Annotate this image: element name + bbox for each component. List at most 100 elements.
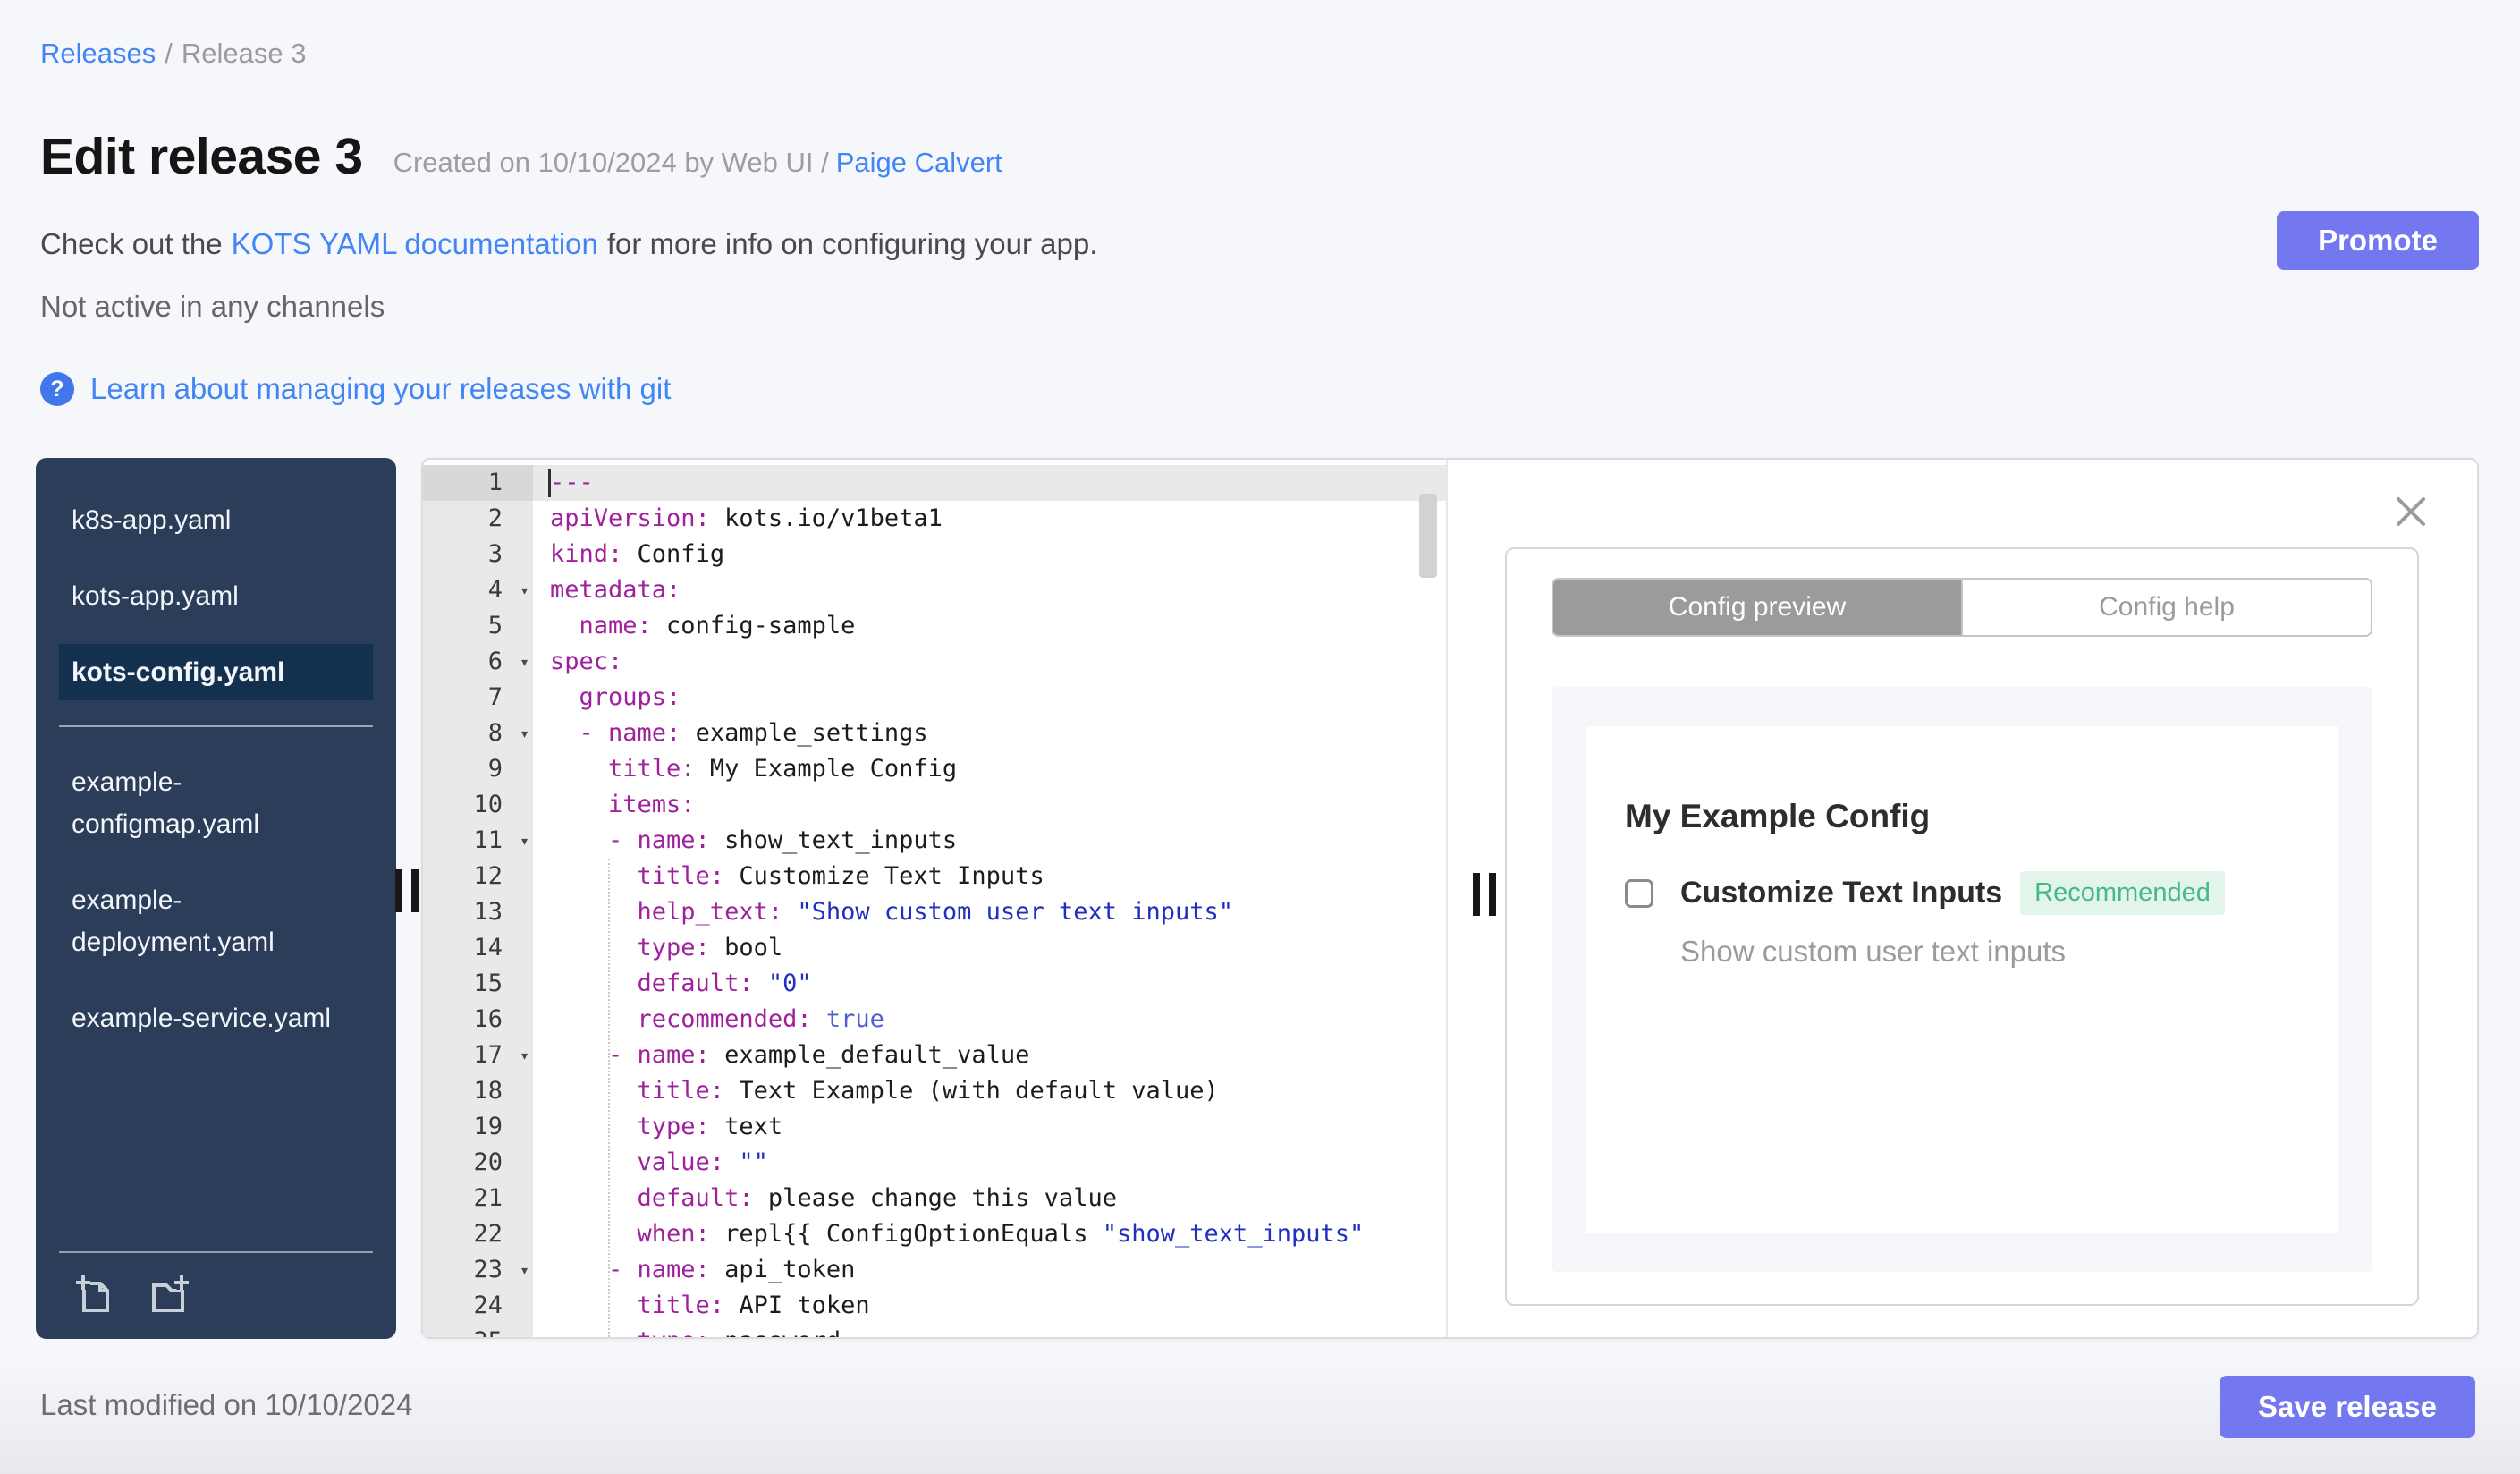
code-line-9[interactable]: 9 title: My Example Config [423, 751, 1446, 787]
code-line-content: groups: [579, 683, 681, 711]
code-line-20[interactable]: 20 value: "" [423, 1145, 1446, 1181]
sidebar-file-example-service.yaml[interactable]: example-service.yaml [59, 990, 373, 1046]
close-icon[interactable] [2391, 492, 2431, 531]
code-line-10[interactable]: 10 items: [423, 787, 1446, 823]
code-line-content: value: "" [550, 1148, 768, 1176]
code-line-19[interactable]: 19 type: text [423, 1109, 1446, 1145]
sidebar-file-kots-config.yaml[interactable]: kots-config.yaml [59, 644, 373, 700]
gutter-line-number: 8 ▾ [423, 716, 533, 751]
code-line-content: name: config-sample [579, 612, 856, 640]
text-cursor [548, 469, 551, 497]
yaml-code-editor[interactable]: 1 --- 2 apiVersion: kots.io/v1beta1 3 kind: C… [423, 460, 1448, 1337]
kots-yaml-doc-link[interactable]: KOTS YAML documentation [232, 227, 598, 260]
editor-resize-handle[interactable] [1473, 873, 1496, 916]
code-line-22[interactable]: 22 when: repl{{ ConfigOptionEquals "show… [423, 1216, 1446, 1252]
code-line-4[interactable]: 4 ▾ metadata: [423, 572, 1446, 608]
code-line-1[interactable]: 1 --- [423, 465, 1446, 501]
fold-arrow-icon[interactable]: ▾ [520, 716, 529, 752]
gutter-line-number: 23 ▾ [423, 1252, 533, 1288]
code-line-content: --- [533, 465, 1446, 501]
new-folder-icon[interactable] [145, 1271, 191, 1317]
sidebar-file-kots-app.yaml[interactable]: kots-app.yaml [59, 568, 373, 624]
sidebar-file-example-configmap.yaml[interactable]: example-configmap.yaml [59, 754, 373, 852]
code-line-14[interactable]: 14 type: bool [423, 930, 1446, 966]
doc-line: Check out the KOTS YAML documentation for … [40, 227, 1097, 261]
config-card: Config preview Config help My Example Co… [1505, 547, 2419, 1306]
last-modified-text: Last modified on 10/10/2024 [40, 1388, 413, 1421]
code-line-6[interactable]: 6 ▾ spec: [423, 644, 1446, 680]
gutter-line-number: 9 [423, 751, 533, 787]
editor-scrollbar-thumb[interactable] [1419, 494, 1437, 578]
fold-arrow-icon[interactable]: ▾ [520, 645, 529, 681]
doc-prefix: Check out the [40, 227, 223, 260]
code-line-content: default: please change this value [550, 1184, 1117, 1212]
code-line-content: title: My Example Config [550, 755, 958, 783]
code-line-content: apiVersion: kots.io/v1beta1 [550, 504, 943, 532]
created-by-link[interactable]: Paige Calvert [836, 147, 1002, 178]
sidebar-file-k8s-app.yaml[interactable]: k8s-app.yaml [59, 492, 373, 548]
breadcrumb-current: Release 3 [181, 38, 307, 69]
code-line-content: recommended: true [550, 1005, 884, 1033]
gutter-line-number: 17 ▾ [423, 1038, 533, 1073]
file-list-bottom: example-configmap.yaml example-deployment… [36, 754, 396, 1046]
code-line-content: metadata: [550, 576, 681, 604]
code-line-18[interactable]: 18 title: Text Example (with default val… [423, 1073, 1446, 1109]
code-line-content: help_text: "Show custom user text inputs… [550, 898, 1234, 926]
code-line-content: title: API token [550, 1292, 870, 1319]
created-meta: Created on 10/10/2024 by Web UI / Paige C… [393, 147, 1002, 179]
gutter-line-number: 6 ▾ [423, 644, 533, 680]
code-line-content: kind: Config [550, 540, 725, 568]
code-line-content: - name: example_settings [550, 719, 928, 747]
tab-config-preview[interactable]: Config preview [1553, 580, 1961, 635]
recommended-badge: Recommended [2020, 871, 2225, 915]
code-line-23[interactable]: 23 ▾ - name: api_token [423, 1252, 1446, 1288]
save-release-button[interactable]: Save release [2220, 1376, 2475, 1438]
code-line-13[interactable]: 13 help_text: "Show custom user text inp… [423, 894, 1446, 930]
code-line-3[interactable]: 3 kind: Config [423, 537, 1446, 572]
question-mark-icon[interactable]: ? [40, 372, 74, 406]
fold-arrow-icon[interactable]: ▾ [520, 1253, 529, 1289]
code-line-8[interactable]: 8 ▾ - name: example_settings [423, 716, 1446, 751]
tab-config-help[interactable]: Config help [1961, 580, 2371, 635]
code-line-11[interactable]: 11 ▾ - name: show_text_inputs [423, 823, 1446, 859]
code-line-24[interactable]: 24 title: API token [423, 1288, 1446, 1324]
code-line-content: default: "0" [550, 970, 812, 997]
code-line-5[interactable]: 5 name: config-sample [423, 608, 1446, 644]
customize-text-inputs-checkbox[interactable] [1625, 878, 1653, 908]
preview-panel: Config preview Config help My Example Co… [1505, 460, 2477, 1337]
code-line-17[interactable]: 17 ▾ - name: example_default_value [423, 1038, 1446, 1073]
gutter-line-number: 19 [423, 1109, 533, 1145]
gutter-line-number: 5 [423, 608, 533, 644]
code-line-21[interactable]: 21 default: please change this value [423, 1181, 1446, 1216]
code-line-25[interactable]: 25 type: password [423, 1324, 1446, 1337]
created-meta-text: Created on 10/10/2024 by Web UI / [393, 147, 829, 178]
code-rows: 1 --- 2 apiVersion: kots.io/v1beta1 3 kind: C… [423, 460, 1446, 1337]
gutter-line-number: 22 [423, 1216, 533, 1252]
fold-arrow-icon[interactable]: ▾ [520, 573, 529, 609]
gutter-line-number: 10 [423, 787, 533, 823]
fold-arrow-icon[interactable]: ▾ [520, 824, 529, 860]
file-sidebar: k8s-app.yaml kots-app.yaml kots-config.yam… [36, 458, 396, 1339]
git-releases-link[interactable]: Learn about managing your releases with … [90, 372, 671, 406]
code-line-content: type: bool [550, 934, 783, 961]
config-item-label: Customize Text Inputs [1680, 876, 2003, 910]
code-line-16[interactable]: 16 recommended: true [423, 1002, 1446, 1038]
channel-status: Not active in any channels [40, 290, 385, 323]
code-line-2[interactable]: 2 apiVersion: kots.io/v1beta1 [423, 501, 1446, 537]
config-preview-body: My Example Config Customize Text Inputs … [1552, 687, 2372, 1272]
new-file-icon[interactable] [72, 1271, 118, 1317]
sidebar-resize-handle[interactable] [395, 869, 419, 912]
gutter-line-number: 1 [423, 465, 533, 501]
gutter-line-number: 12 [423, 859, 533, 894]
config-group-card: My Example Config Customize Text Inputs … [1586, 726, 2338, 1233]
code-line-15[interactable]: 15 default: "0" [423, 966, 1446, 1002]
promote-button[interactable]: Promote [2277, 211, 2479, 270]
code-line-content: when: repl{{ ConfigOptionEquals "show_te… [550, 1220, 1365, 1248]
sidebar-file-example-deployment.yaml[interactable]: example-deployment.yaml [59, 872, 373, 970]
fold-arrow-icon[interactable]: ▾ [520, 1038, 529, 1074]
code-line-7[interactable]: 7 groups: [423, 680, 1446, 716]
gutter-line-number: 4 ▾ [423, 572, 533, 608]
breadcrumb-releases-link[interactable]: Releases [40, 38, 156, 69]
git-help-line: ? Learn about managing your releases wit… [40, 372, 671, 406]
code-line-12[interactable]: 12 title: Customize Text Inputs [423, 859, 1446, 894]
